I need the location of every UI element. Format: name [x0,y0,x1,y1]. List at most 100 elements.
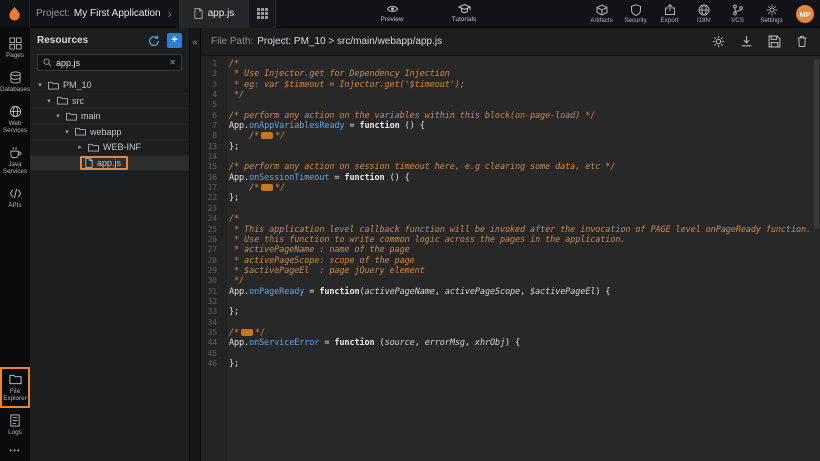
tree-item-main[interactable]: ▾ main [30,109,189,125]
code-text: }; [222,193,239,203]
code-text: App.onPageReady = function(activePageNam… [222,287,610,297]
code-line[interactable]: 17 /**/ [201,183,820,193]
user-avatar[interactable]: MP [796,5,814,23]
folded-code-marker[interactable] [261,132,273,139]
code-line[interactable]: 23 [201,204,820,214]
code-line[interactable]: 28 * activePageScope: scope of the page [201,256,820,266]
sidebar-item-databases[interactable]: Databases [0,65,30,99]
code-line[interactable]: 44App.onServiceError = function (source,… [201,338,820,348]
panel-splitter[interactable]: « [190,28,201,461]
code-line[interactable]: 2 * Use Injector.get for Dependency Inje… [201,69,820,79]
line-number: 30 [201,276,222,286]
i18n-button[interactable]: I18N [691,4,716,24]
workspace-grid-button[interactable] [249,0,275,28]
globe-icon [698,4,710,16]
tree-item-src[interactable]: ▾ src [30,94,189,110]
editor-pane: File Path: Project: PM_10 > src/main/web… [201,28,820,461]
project-label: Project: [36,8,70,19]
code-line[interactable]: 27 * activePageName : name of the page [201,245,820,255]
code-line[interactable]: 22}; [201,193,820,203]
code-line[interactable]: 3 * eg: var $timeout = Injector.get('$ti… [201,80,820,90]
resources-header: Resources + [30,28,189,53]
sidebar-item-logs[interactable]: Logs [0,408,30,442]
sidebar-item-file-explorer[interactable]: File Explorer [0,367,30,408]
sidebar-item-java-services[interactable]: Java Services [0,140,30,181]
save-button[interactable] [768,35,781,48]
security-button[interactable]: Security [623,4,648,24]
line-number: 5 [201,100,222,110]
breadcrumb-chevron-icon: › [168,9,172,19]
chevron-down-icon[interactable]: ▾ [63,128,71,136]
chevron-right-icon[interactable]: ▸ [76,143,84,151]
folder-icon [9,373,22,386]
download-button[interactable] [740,35,753,48]
tree-item-pm10[interactable]: ▾ PM_10 [30,78,189,94]
export-button[interactable]: Export [657,4,682,24]
search-input[interactable] [56,58,165,68]
tree-item-label: PM_10 [63,80,92,90]
more-menu-button[interactable]: ••• [9,442,20,461]
app-logo[interactable] [0,0,30,28]
search-icon [43,58,52,67]
tree-item-webinf[interactable]: ▸ WEB-INF [30,140,189,156]
code-line[interactable]: 4 */ [201,90,820,100]
code-text: */ [222,90,244,100]
project-breadcrumb[interactable]: Project: My First Application [36,8,161,19]
editor-scrollbar[interactable] [814,59,819,229]
code-text [222,297,229,307]
code-line[interactable]: 30 */ [201,276,820,286]
resources-panel: Resources + ✕ ▾ PM_10 ▾ [30,28,190,461]
code-editor[interactable]: 1/*2 * Use Injector.get for Dependency I… [201,56,820,461]
search-clear-button[interactable]: ✕ [169,58,176,67]
code-line[interactable]: 5 [201,100,820,110]
code-line[interactable]: 7App.onAppVariablesReady = function () { [201,121,820,131]
refresh-button[interactable] [148,35,160,47]
code-line[interactable]: 34 [201,318,820,328]
top-bar: Project: My First Application › app.js P… [0,0,820,28]
resources-title: Resources [37,35,141,46]
add-resource-button[interactable]: + [167,33,182,48]
folded-code-marker[interactable] [261,184,273,191]
code-line[interactable]: 32 [201,297,820,307]
folded-code-marker[interactable] [241,329,253,336]
code-line[interactable]: 24/* [201,214,820,224]
preview-button[interactable]: Preview [368,3,416,23]
java-services-label: Java Services [1,161,29,175]
sidebar-item-web-services[interactable]: Web Services [0,99,30,140]
code-line[interactable]: 35/**/ [201,328,820,338]
chevron-down-icon[interactable]: ▾ [36,81,44,89]
code-line[interactable]: 16App.onSessionTimeout = function () { [201,173,820,183]
code-line[interactable]: 25 * This application level callback fun… [201,225,820,235]
sidebar-item-apis[interactable]: APIs [0,181,30,215]
code-line[interactable]: 26 * Use this function to write common l… [201,235,820,245]
code-line[interactable]: 45 [201,349,820,359]
code-line[interactable]: 31App.onPageReady = function(activePageN… [201,287,820,297]
code-text: }; [222,142,239,152]
collapse-panel-button[interactable]: « [192,37,198,48]
delete-button[interactable] [796,35,808,48]
code-line[interactable]: 29 * $activePageEl : page jQuery element [201,266,820,276]
file-actions [712,35,808,48]
code-line[interactable]: 15/* perform any action on session timeo… [201,162,820,172]
trash-icon [796,35,808,48]
tree-item-appjs[interactable]: app.js [30,156,189,172]
code-line[interactable]: 13}; [201,142,820,152]
code-line[interactable]: 1/* [201,59,820,69]
code-line[interactable]: 14 [201,152,820,162]
chevron-down-icon[interactable]: ▾ [45,97,53,105]
code-text: * eg: var $timeout = Injector.get('$time… [222,80,465,90]
code-line[interactable]: 6/* perform any action on the variables … [201,111,820,121]
vcs-button[interactable]: VCS [725,4,750,24]
tutorials-button[interactable]: Tutorials [440,3,488,23]
tree-item-webapp[interactable]: ▾ webapp [30,125,189,141]
code-line[interactable]: 8 /**/ [201,131,820,141]
chevron-down-icon[interactable]: ▾ [54,112,62,120]
file-settings-button[interactable] [712,35,725,48]
code-line[interactable]: 33}; [201,307,820,317]
line-number: 17 [201,183,222,193]
tab-appjs[interactable]: app.js [180,0,250,28]
artifacts-button[interactable]: Artifacts [589,4,614,24]
code-line[interactable]: 46}; [201,359,820,369]
settings-button[interactable]: Settings [759,4,784,24]
sidebar-item-pages[interactable]: Pages [0,31,30,65]
